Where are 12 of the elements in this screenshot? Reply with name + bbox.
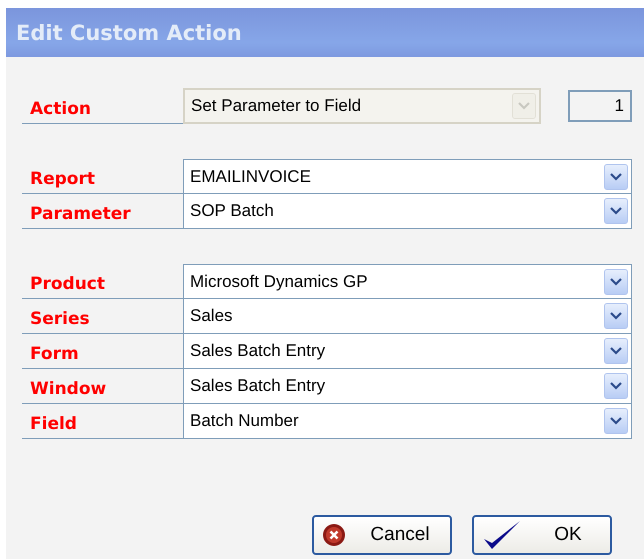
window-title: Edit Custom Action	[16, 20, 242, 44]
dropdown-field[interactable]: Sales Batch Entry	[183, 334, 632, 369]
dropdown-field[interactable]: EMAILINVOICE	[183, 159, 632, 194]
dropdown-field[interactable]: Batch Number	[183, 404, 632, 439]
cancel-icon	[322, 523, 346, 547]
dropdown-field[interactable]: SOP Batch	[183, 194, 632, 229]
dropdown-field[interactable]: Microsoft Dynamics GP	[183, 264, 632, 299]
ok-button[interactable]: OK	[472, 515, 612, 555]
dropdown-field[interactable]: Sales	[183, 299, 632, 334]
dropdown-field[interactable]: Sales Batch Entry	[183, 369, 632, 404]
cancel-button[interactable]: Cancel	[312, 515, 452, 555]
checkmark-icon	[482, 519, 522, 551]
